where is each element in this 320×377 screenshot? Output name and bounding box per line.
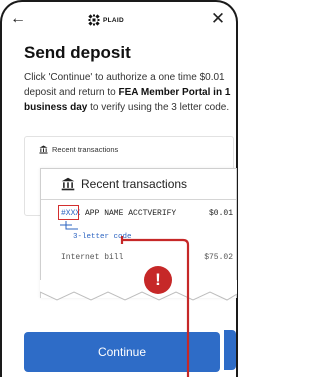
bank-icon bbox=[39, 145, 48, 154]
torn-edge bbox=[40, 280, 237, 301]
transaction-amount: $75.02 bbox=[204, 253, 233, 262]
page-title: Send deposit bbox=[24, 43, 131, 62]
divider bbox=[41, 199, 236, 200]
header: ← PLAID ✕ bbox=[2, 2, 236, 38]
transaction-row: #XXX APP NAME ACCTVERIFY $0.01 bbox=[58, 205, 233, 220]
transaction-row: Internet bill $75.02 bbox=[61, 253, 233, 262]
close-icon[interactable]: ✕ bbox=[208, 9, 228, 29]
exclamation-icon: ! bbox=[144, 266, 172, 294]
code-annotation: 3-letter code bbox=[73, 233, 132, 241]
description: Click 'Continue' to authorize a one time… bbox=[24, 70, 236, 115]
brand-name: PLAID bbox=[103, 16, 124, 24]
continue-button[interactable]: Continue bbox=[24, 332, 220, 372]
continue-button-edge bbox=[224, 330, 236, 370]
transaction-name: APP NAME ACCTVERIFY bbox=[80, 209, 177, 218]
bank-icon bbox=[61, 177, 75, 191]
plaid-logo: PLAID bbox=[88, 14, 124, 26]
card-label: Recent transactions bbox=[52, 145, 119, 154]
transaction-amount: $0.01 bbox=[208, 209, 233, 218]
transaction-name: Internet bill bbox=[61, 253, 124, 262]
zoom-header: Recent transactions bbox=[61, 177, 187, 191]
zoom-header-label: Recent transactions bbox=[81, 177, 188, 191]
arrow-left-icon[interactable]: ← bbox=[8, 9, 28, 29]
plaid-logo-icon bbox=[88, 14, 100, 26]
code-highlight-box bbox=[58, 205, 79, 220]
description-text-2: to verify using the 3 letter code. bbox=[87, 102, 230, 113]
zoomed-transactions-callout: Recent transactions #XXX APP NAME ACCTVE… bbox=[40, 168, 237, 298]
